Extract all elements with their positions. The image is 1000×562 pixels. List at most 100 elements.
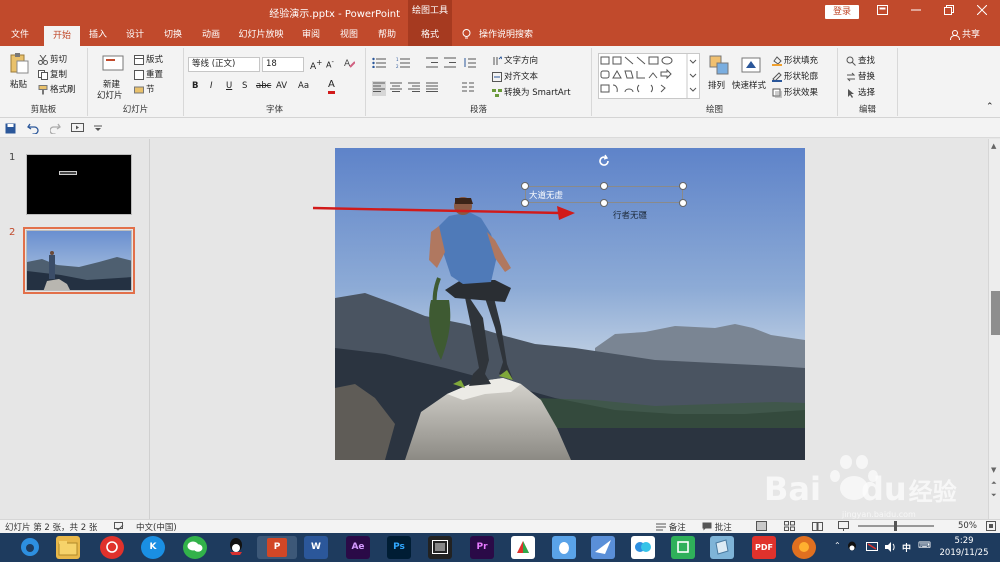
slide-thumbnail-1[interactable]: [26, 154, 132, 215]
align-text-button[interactable]: 对齐文本: [492, 70, 538, 82]
penguin-app-icon[interactable]: [552, 536, 576, 559]
columns-icon[interactable]: [462, 82, 474, 95]
find-button[interactable]: 查找: [846, 54, 875, 66]
tab-animations[interactable]: 动画: [196, 24, 226, 46]
scroll-thumb[interactable]: [991, 291, 1000, 335]
rotate-handle-icon[interactable]: [597, 154, 611, 168]
language-indicator[interactable]: 中文(中国): [136, 521, 177, 533]
after-effects-icon[interactable]: Ae: [346, 536, 370, 559]
grow-font-icon[interactable]: A+: [310, 58, 322, 72]
resize-handle-top-right[interactable]: [679, 182, 687, 190]
qq-icon[interactable]: [224, 536, 248, 559]
redo-icon[interactable]: [50, 123, 61, 134]
scroll-up-icon[interactable]: ▲: [991, 142, 996, 150]
italic-button[interactable]: I: [210, 81, 213, 91]
taskbar-clock[interactable]: 5:29 2019/11/25: [932, 535, 996, 559]
collapse-ribbon-icon[interactable]: ⌃: [986, 102, 994, 112]
tab-slideshow[interactable]: 幻灯片放映: [234, 24, 288, 46]
char-spacing-button[interactable]: AV: [276, 81, 287, 91]
comments-button[interactable]: 批注: [702, 521, 732, 533]
share-button[interactable]: 共享: [950, 24, 980, 46]
tab-view[interactable]: 视图: [334, 24, 364, 46]
copy-button[interactable]: 复制: [38, 68, 67, 80]
select-button[interactable]: 选择: [846, 86, 875, 98]
slide-textbox-2[interactable]: 行者无疆: [613, 209, 647, 221]
bold-button[interactable]: B: [192, 81, 198, 91]
photoshop-icon[interactable]: Ps: [387, 536, 411, 559]
paint-app-icon[interactable]: [511, 536, 535, 559]
login-button[interactable]: 登录: [825, 5, 859, 19]
ribbon-display-icon[interactable]: [872, 3, 892, 21]
resize-handle-bottom-right[interactable]: [679, 199, 687, 207]
smartart-button[interactable]: 转换为 SmartArt: [492, 86, 571, 98]
firefox-icon[interactable]: [792, 536, 816, 559]
numbering-icon[interactable]: 12: [396, 57, 410, 71]
tray-network-icon[interactable]: [866, 541, 878, 553]
tray-input-method-icon[interactable]: 中: [902, 541, 911, 554]
bullets-icon[interactable]: [372, 57, 386, 71]
shape-outline-button[interactable]: 形状轮廓: [772, 70, 818, 82]
tab-transitions[interactable]: 切换: [158, 24, 188, 46]
pdf-reader-icon[interactable]: PDF: [752, 536, 776, 559]
resize-handle-top-center[interactable]: [600, 182, 608, 190]
restore-icon[interactable]: [939, 3, 959, 21]
feishu-app-icon[interactable]: [591, 536, 615, 559]
tray-keyboard-icon[interactable]: ⌨: [918, 541, 931, 551]
close-icon[interactable]: [972, 3, 992, 21]
decrease-indent-icon[interactable]: [426, 57, 438, 71]
start-slideshow-icon[interactable]: [71, 123, 84, 134]
shrink-font-icon[interactable]: A-: [326, 58, 334, 70]
justify-icon[interactable]: [426, 82, 438, 95]
green-app-icon[interactable]: [671, 536, 695, 559]
tab-insert[interactable]: 插入: [84, 24, 112, 46]
tray-qq-icon[interactable]: [846, 541, 858, 554]
align-left-icon[interactable]: [372, 81, 386, 96]
video-editor-icon[interactable]: [428, 536, 452, 559]
undo-icon[interactable]: [27, 123, 39, 134]
file-explorer-icon[interactable]: [56, 536, 80, 559]
slide-textbox-1[interactable]: 大道无虚: [529, 189, 563, 201]
browser-edge-icon[interactable]: [18, 536, 42, 559]
cut-button[interactable]: 剪切: [38, 53, 67, 65]
clear-format-icon[interactable]: A: [344, 57, 356, 71]
resize-handle-top-left[interactable]: [521, 182, 529, 190]
tray-volume-icon[interactable]: [884, 541, 896, 553]
tell-me-search[interactable]: 操作说明搜索: [462, 24, 533, 46]
tab-format[interactable]: 格式: [408, 24, 452, 46]
premiere-icon[interactable]: Pr: [470, 536, 494, 559]
align-right-icon[interactable]: [408, 82, 420, 95]
wechat-icon[interactable]: [183, 536, 207, 559]
tab-home[interactable]: 开始: [44, 26, 80, 46]
shadow-button[interactable]: S: [242, 81, 247, 91]
underline-button[interactable]: U: [226, 81, 232, 91]
minimize-icon[interactable]: [906, 3, 926, 21]
shapes-gallery[interactable]: [598, 53, 700, 99]
font-name-select[interactable]: 等线 (正文): [188, 57, 260, 72]
tab-help[interactable]: 帮助: [372, 24, 402, 46]
font-size-select[interactable]: 18: [262, 57, 304, 72]
strikethrough-button[interactable]: abc: [256, 81, 271, 91]
tab-review[interactable]: 审阅: [296, 24, 326, 46]
tab-file[interactable]: 文件: [4, 24, 36, 46]
notepad-app-icon[interactable]: [710, 536, 734, 559]
netease-music-icon[interactable]: [100, 536, 124, 559]
slide-thumbnail-2[interactable]: [23, 227, 135, 294]
change-case-button[interactable]: Aa: [298, 81, 309, 91]
notes-button[interactable]: 备注: [656, 521, 686, 533]
baidu-netdisk-icon[interactable]: [631, 536, 655, 559]
tab-design[interactable]: 设计: [120, 24, 150, 46]
replace-button[interactable]: 替换: [846, 70, 875, 82]
word-taskbar-icon[interactable]: W: [304, 536, 328, 559]
increase-indent-icon[interactable]: [444, 57, 456, 71]
align-center-icon[interactable]: [390, 82, 402, 95]
powerpoint-taskbar-icon[interactable]: P: [257, 536, 297, 559]
customize-toolbar-icon[interactable]: [94, 125, 102, 133]
section-button[interactable]: 节: [134, 83, 155, 95]
font-color-button[interactable]: A: [328, 79, 335, 94]
reset-button[interactable]: 重置: [134, 68, 163, 80]
resize-handle-bottom-center[interactable]: [600, 199, 608, 207]
shape-effects-button[interactable]: 形状效果: [772, 86, 818, 98]
save-icon[interactable]: [5, 123, 16, 134]
text-direction-button[interactable]: 文字方向: [492, 54, 538, 66]
kugou-music-icon[interactable]: K: [141, 536, 165, 559]
